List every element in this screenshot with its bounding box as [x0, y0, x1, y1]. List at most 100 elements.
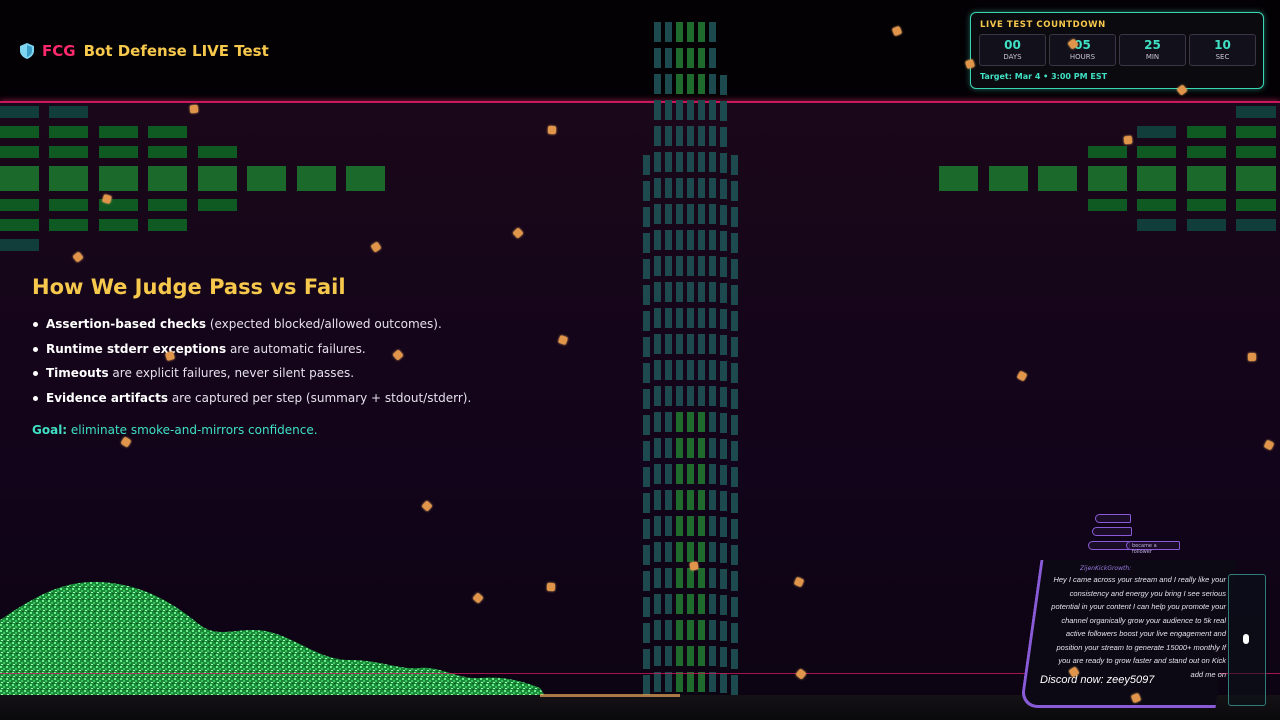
tower-bar: [687, 542, 694, 562]
side-scroll-knob[interactable]: [1243, 634, 1249, 644]
tower-bar: [643, 155, 650, 175]
tower-bar: [698, 412, 705, 432]
countdown-target: Target: Mar 4 • 3:00 PM EST: [980, 72, 1108, 81]
tower-bar: [709, 464, 716, 484]
countdown-label: SEC: [1215, 53, 1230, 61]
tower-bar: [698, 464, 705, 484]
tower-bar: [687, 672, 694, 692]
tower-bar: [720, 127, 727, 147]
tower-bar: [676, 48, 683, 68]
tower-bar: [720, 491, 727, 511]
tower-bar: [709, 412, 716, 432]
tower-bar: [698, 334, 705, 354]
tower-bar: [676, 282, 683, 302]
chat-username: ZijenKickGrowth:: [1080, 565, 1132, 572]
tower-bar: [698, 646, 705, 666]
tower-bar: [698, 672, 705, 692]
tower-bar: [720, 387, 727, 407]
tower-bar: [676, 646, 683, 666]
tower-bar: [720, 75, 727, 95]
tower-bar: [654, 360, 661, 380]
tower-bar: [676, 100, 683, 120]
countdown-seconds: 10 SEC: [1189, 34, 1256, 66]
tower-bar: [687, 152, 694, 172]
tower-bar: [698, 22, 705, 42]
tower-bar: [709, 230, 716, 250]
tower-bar: [676, 178, 683, 198]
tower-bar: [665, 568, 672, 588]
tower-bar: [665, 672, 672, 692]
tower-bar: [709, 438, 716, 458]
tower-bar: [698, 256, 705, 276]
tower-bar: [654, 490, 661, 510]
tower-bar: [665, 230, 672, 250]
tower-bar: [698, 542, 705, 562]
tower-bar: [676, 672, 683, 692]
tower-bar: [709, 568, 716, 588]
tower-bar: [643, 519, 650, 539]
countdown-label: HOURS: [1069, 53, 1096, 61]
tower-bar: [654, 48, 661, 68]
countdown-label: DAYS: [1003, 53, 1022, 61]
chat-discord-line: Discord now: zeey5097: [1040, 674, 1155, 686]
tower-bar: [665, 620, 672, 640]
tower-bar: [731, 285, 738, 305]
tower-bar: [698, 360, 705, 380]
tower-bar: [720, 517, 727, 537]
tower-bar: [654, 594, 661, 614]
tower-bar: [687, 360, 694, 380]
tower-bar: [676, 464, 683, 484]
tower-bar: [665, 22, 672, 42]
tower-bar: [709, 126, 716, 146]
bullet-bold: Evidence artifacts: [46, 390, 169, 405]
tower-bar: [676, 74, 683, 94]
list-item: Timeouts are explicit failures, never si…: [32, 365, 471, 390]
tower-bar: [709, 360, 716, 380]
tower-bar: [709, 646, 716, 666]
tower-bar: [676, 386, 683, 406]
tower-bar: [698, 74, 705, 94]
floor-glow: [540, 694, 680, 697]
brand: FCG Bot Defense LIVE Test: [20, 42, 269, 60]
tower-bar: [731, 181, 738, 201]
tower-bar: [731, 389, 738, 409]
chat-message-small: [1092, 527, 1132, 536]
tower-bar: [709, 282, 716, 302]
section-heading: How We Judge Pass vs Fail: [32, 275, 346, 299]
tower-bar: [654, 126, 661, 146]
tower-bar: [643, 259, 650, 279]
tower-bar: [698, 308, 705, 328]
tower-bar: [698, 152, 705, 172]
tower-bar: [665, 360, 672, 380]
tower-bar: [709, 594, 716, 614]
tower-bar: [731, 571, 738, 591]
tower-bar: [731, 649, 738, 669]
tower-bar: [720, 153, 727, 173]
tower-bar: [654, 386, 661, 406]
tower-bar: [709, 516, 716, 536]
list-item: Evidence artifacts are captured per step…: [32, 390, 471, 415]
tower-bar: [643, 545, 650, 565]
tower-bar: [731, 415, 738, 435]
chat-message-follow: became a follower: [1126, 541, 1180, 555]
tower-bar: [720, 595, 727, 615]
tower-bar: [731, 363, 738, 383]
tower-bar: [698, 386, 705, 406]
tower-bar: [709, 178, 716, 198]
countdown-value: 10: [1214, 38, 1231, 52]
goal-line: Goal: eliminate smoke-and-mirrors confid…: [32, 423, 318, 437]
countdown-minutes: 25 MIN: [1119, 34, 1186, 66]
tower-bar: [720, 647, 727, 667]
tower-bar: [720, 205, 727, 225]
tower-bar: [676, 308, 683, 328]
tower-bar: [665, 490, 672, 510]
tower-bar: [643, 441, 650, 461]
tower-bar: [720, 543, 727, 563]
tower-bar: [687, 308, 694, 328]
tower-bar: [720, 361, 727, 381]
tower-bar: [643, 181, 650, 201]
tower-bar: [709, 542, 716, 562]
tower-bar: [731, 675, 738, 695]
tower-bar: [731, 155, 738, 175]
tower-bar: [654, 646, 661, 666]
